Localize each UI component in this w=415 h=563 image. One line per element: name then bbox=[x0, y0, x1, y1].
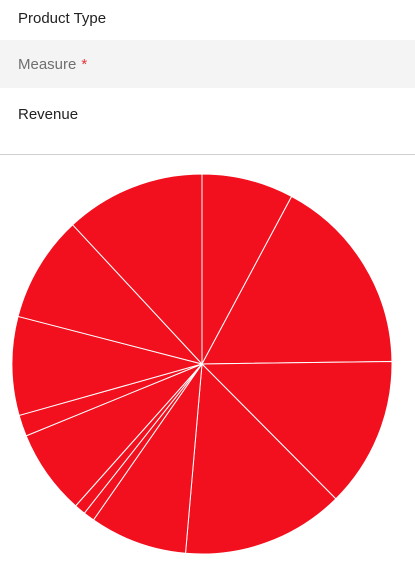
product-type-label-text: Product Type bbox=[18, 9, 107, 27]
measure-field[interactable]: Measure * bbox=[0, 40, 415, 88]
measure-value[interactable]: Revenue bbox=[0, 92, 415, 136]
required-marker: * bbox=[81, 55, 88, 73]
pie-chart bbox=[11, 173, 393, 555]
measure-value-text: Revenue bbox=[18, 105, 79, 123]
measure-label: Measure bbox=[18, 55, 77, 73]
product-type-label: Product Type bbox=[0, 0, 415, 36]
pie-slices bbox=[11, 173, 393, 555]
divider bbox=[0, 154, 415, 155]
